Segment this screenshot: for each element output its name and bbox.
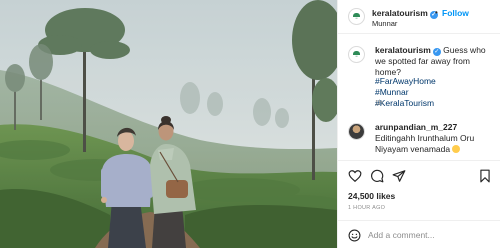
post-photo[interactable] <box>0 0 337 248</box>
likes-count[interactable]: 24,500 likes <box>348 191 395 201</box>
kerala-logo-mark: •• <box>355 16 358 20</box>
post-header: •• keralatourism ✓ • Follow Munnar <box>338 0 500 34</box>
comment-username[interactable]: arunpandian_m_227 <box>375 122 457 132</box>
follow-button[interactable]: Follow <box>442 8 469 18</box>
hashtag-link[interactable]: #FarAwayHome <box>375 76 495 87</box>
caption-avatar[interactable]: •• <box>348 46 365 63</box>
commenter-avatar[interactable] <box>348 123 365 140</box>
post-actions: 24,500 likes 1 HOUR AGO <box>338 160 500 218</box>
account-avatar[interactable]: •• <box>348 8 365 25</box>
comment-text: arunpandian_m_227 Editingahh Irunthalum … <box>375 122 499 155</box>
hashtag-link[interactable]: #KeralaTourism <box>375 98 495 109</box>
hashtag-link[interactable]: #Munnar <box>375 87 495 98</box>
heart-icon[interactable] <box>348 169 362 183</box>
header-username[interactable]: keralatourism ✓ <box>372 8 438 19</box>
share-icon[interactable] <box>392 169 406 183</box>
caption-time: 1h <box>375 100 383 107</box>
instagram-post: •• keralatourism ✓ • Follow Munnar •• ker… <box>0 0 500 248</box>
add-comment-input[interactable] <box>368 228 493 242</box>
post-timestamp: 1 HOUR AGO <box>348 205 386 211</box>
caption-username[interactable]: keralatourism <box>375 45 431 55</box>
header-separator: • <box>435 8 438 17</box>
verified-icon: ✓ <box>432 48 441 56</box>
smiling-face-emoji-icon <box>452 145 461 153</box>
location-link[interactable]: Munnar <box>372 19 397 28</box>
tea-plantation-photo <box>0 0 337 248</box>
caption-hashtags: #FarAwayHome #Munnar #KeralaTourism <box>375 76 495 109</box>
post-side-panel: •• keralatourism ✓ • Follow Munnar •• ker… <box>337 0 500 248</box>
header-username-text: keralatourism <box>372 8 428 18</box>
add-comment-bar <box>338 220 500 248</box>
emoji-picker-icon[interactable] <box>348 229 361 242</box>
kerala-logo-mark: •• <box>355 54 358 58</box>
bookmark-icon[interactable] <box>478 169 492 183</box>
comment-icon[interactable] <box>370 169 384 183</box>
caption-text: keralatourism ✓ Guess who we spotted far … <box>375 45 495 78</box>
